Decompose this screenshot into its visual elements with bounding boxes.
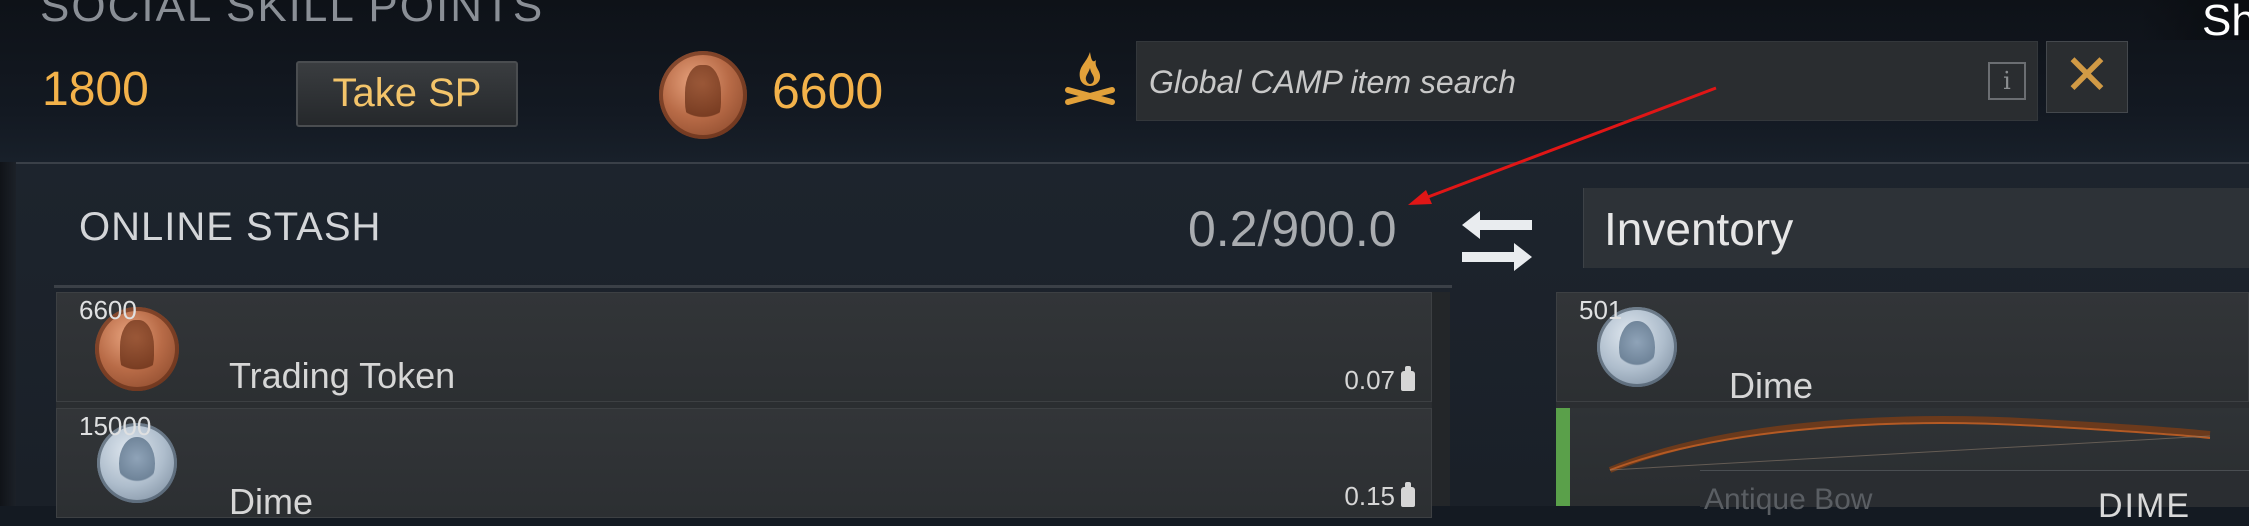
campfire-icon (1065, 52, 1115, 105)
item-weight: 0.07 (1344, 365, 1415, 396)
tooltip-item-name: Antique Bow (1704, 483, 1873, 516)
stash-weight: 0.2/900.0 (1188, 201, 1397, 257)
transfer-arrows-icon[interactable] (1456, 207, 1538, 275)
item-count: 6600 (79, 295, 137, 325)
global-search-box[interactable]: i (1136, 41, 2038, 122)
stash-item-list: 6600 Trading Token 0.07 15000 Dime 0.15 (56, 292, 1450, 522)
item-count: 501 (1579, 295, 1623, 325)
item-highlight-bar (1556, 408, 1570, 506)
stash-item-row[interactable]: 15000 Dime 0.15 (56, 408, 1432, 522)
item-count: 15000 (79, 411, 152, 441)
social-skill-points-title: SOCIAL SKILL POINTS (40, 0, 545, 31)
weight-icon (1401, 366, 1415, 391)
close-search-button[interactable]: ✕ (2046, 41, 2128, 113)
item-name: Dime (1729, 365, 1814, 406)
item-weight: 0.15 (1344, 481, 1415, 512)
global-camp-search-input[interactable] (1147, 42, 1911, 122)
online-stash-title: ONLINE STASH (79, 205, 382, 249)
weight-icon (1401, 482, 1415, 507)
tooltip-title: DIME (2098, 487, 2191, 525)
sp-value: 1800 (42, 63, 149, 116)
item-name: Dime (229, 481, 314, 522)
left-edge (0, 162, 16, 506)
stash-scrollbar[interactable] (1432, 292, 1450, 506)
trading-token-icon (659, 51, 747, 139)
inventory-item-row[interactable]: 501 Dime (1556, 292, 2249, 406)
stash-item-row[interactable]: 6600 Trading Token 0.07 (56, 292, 1432, 402)
item-tooltip: Antique Bow DIME (1700, 470, 2249, 525)
take-sp-button[interactable]: Take SP (296, 61, 518, 127)
info-icon[interactable]: i (1988, 62, 2026, 100)
inventory-selector-label: Inventory (1604, 203, 1794, 255)
item-weight-value: 0.07 (1344, 365, 1395, 395)
inventory-selector[interactable]: Inventory (1583, 188, 2249, 268)
stash-divider (54, 285, 1452, 288)
trading-token-amount: 6600 (772, 63, 884, 119)
item-weight-value: 0.15 (1344, 481, 1395, 511)
corner-text: Sh (2202, 0, 2249, 45)
item-name: Trading Token (229, 355, 456, 396)
